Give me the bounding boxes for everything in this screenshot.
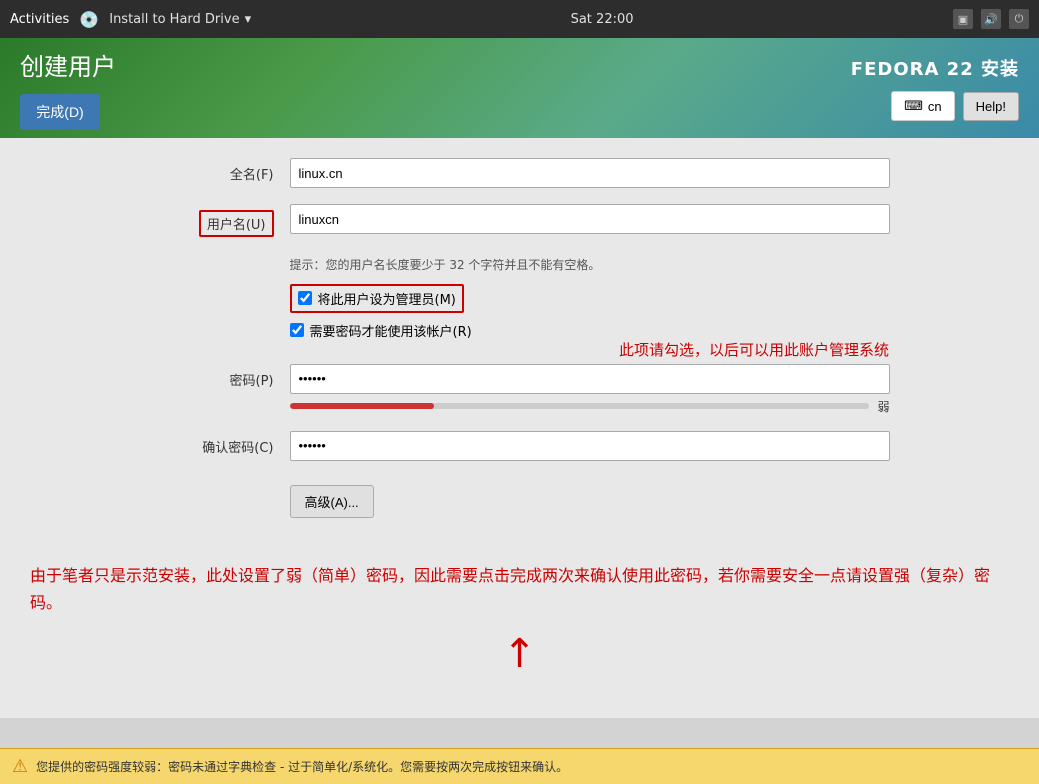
page-title: 创建用户 (20, 47, 116, 82)
app-header: 创建用户 完成(D) FEDORA 22 安装 ⌨ cn Help! (0, 38, 1039, 138)
language-button[interactable]: ⌨ cn (891, 91, 955, 121)
full-name-label: 全名(F) (150, 158, 290, 183)
keyboard-icon: ⌨ (904, 98, 923, 114)
hint-text: 提示：您的用户名长度要少于 32 个字符并且不能有空格。 (290, 253, 601, 274)
header-left: 创建用户 完成(D) (20, 47, 116, 130)
admin-checkbox[interactable] (298, 291, 312, 305)
strength-bar (290, 403, 435, 409)
activities-button[interactable]: Activities (10, 12, 69, 27)
password-label: 密码(P) (150, 364, 290, 389)
require-password-checkbox[interactable] (290, 323, 304, 337)
password-strength-area: 弱 (290, 398, 890, 415)
app-icon: 💿 (79, 10, 99, 29)
require-password-row: 需要密码才能使用该帐户(R) (290, 321, 601, 340)
admin-checkbox-label: 将此用户设为管理员(M) (318, 289, 456, 308)
screen-icon: ▣ (953, 9, 973, 29)
app-title: Install to Hard Drive ▾ (109, 12, 251, 27)
help-button[interactable]: Help! (963, 92, 1019, 121)
system-bar-left: Activities 💿 Install to Hard Drive ▾ (10, 10, 251, 29)
password-input[interactable] (290, 364, 890, 394)
dropdown-arrow[interactable]: ▾ (245, 12, 252, 27)
header-right: FEDORA 22 安装 ⌨ cn Help! (851, 55, 1019, 121)
fedora-title: FEDORA 22 安装 (851, 55, 1019, 81)
hint-area: 提示：您的用户名长度要少于 32 个字符并且不能有空格。 将此用户设为管理员(M… (290, 253, 601, 348)
system-bar: Activities 💿 Install to Hard Drive ▾ Sat… (0, 0, 1039, 38)
done-button[interactable]: 完成(D) (20, 94, 100, 130)
password-row: 密码(P) 弱 (150, 364, 890, 415)
lang-label: cn (928, 99, 942, 114)
password-area: 弱 (290, 364, 890, 415)
confirm-password-row: 确认密码(C) (150, 431, 890, 461)
strength-label: 弱 (877, 398, 889, 415)
advanced-spacer (150, 477, 290, 483)
status-text: 您提供的密码强度较弱：密码未通过字典检查 - 过于简单化/系统化。您需要按两次完… (36, 758, 568, 775)
status-bar: ⚠ 您提供的密码强度较弱：密码未通过字典检查 - 过于简单化/系统化。您需要按两… (0, 748, 1039, 784)
admin-checkbox-row: 将此用户设为管理员(M) (290, 284, 601, 313)
warning-icon: ⚠ (12, 756, 28, 777)
advanced-button[interactable]: 高级(A)... (290, 485, 374, 518)
system-bar-right: ▣ 🔊 ⏻ (953, 9, 1029, 29)
advanced-row: 高级(A)... (150, 477, 890, 518)
username-row: 用户名(U) (150, 204, 890, 237)
admin-annotation: 此项请勾选，以后可以用此账户管理系统 (619, 338, 1019, 362)
hint-spacer (150, 253, 290, 259)
power-icon: ⏻ (1009, 9, 1029, 29)
main-content: 全名(F) 用户名(U) 提示：您的用户名长度要少于 32 个字符并且不能有空格… (0, 138, 1039, 718)
require-password-label: 需要密码才能使用该帐户(R) (310, 321, 472, 340)
strength-bar-container (290, 403, 870, 409)
full-name-row: 全名(F) (150, 158, 890, 188)
username-label: 用户名(U) (150, 204, 290, 237)
lang-help-area: ⌨ cn Help! (891, 91, 1019, 121)
hint-row: 提示：您的用户名长度要少于 32 个字符并且不能有空格。 将此用户设为管理员(M… (150, 253, 890, 348)
app-title-label: Install to Hard Drive (109, 12, 239, 27)
full-name-input[interactable] (290, 158, 890, 188)
note-annotation: 由于笔者只是示范安装，此处设置了弱（简单）密码，因此需要点击完成两次来确认使用此… (30, 562, 1009, 688)
system-bar-clock: Sat 22:00 (261, 12, 943, 27)
volume-icon: 🔊 (981, 9, 1001, 29)
username-input[interactable] (290, 204, 890, 234)
confirm-password-input[interactable] (290, 431, 890, 461)
confirm-password-label: 确认密码(C) (150, 431, 290, 456)
username-label-box: 用户名(U) (199, 210, 274, 237)
admin-checkbox-container[interactable]: 将此用户设为管理员(M) (290, 284, 464, 313)
arrow-up-icon: ↑ (30, 620, 1009, 688)
